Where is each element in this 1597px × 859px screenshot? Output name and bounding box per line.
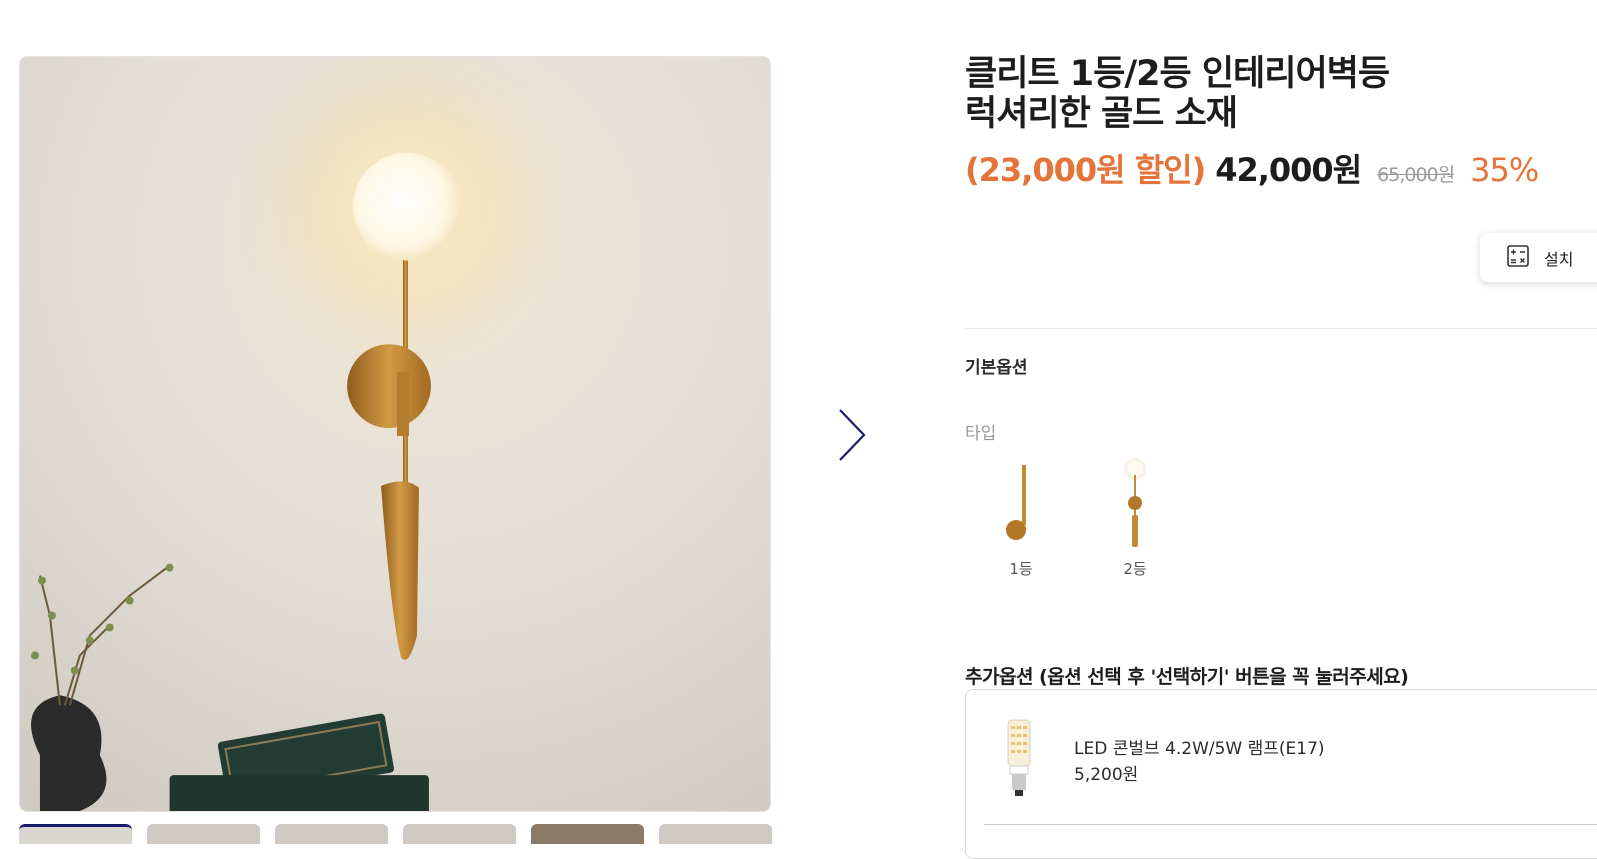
thumbnail-3[interactable] — [275, 824, 388, 844]
product-title-line-2: 럭셔리한 골드 소재 — [965, 94, 1238, 134]
type-option-1-label: 1등 — [1009, 560, 1033, 578]
extra-option-card[interactable]: LED 콘벌브 4.2W/5W 램프(E17) 5,200원 — [965, 689, 1597, 859]
product-title: 클리트 1등/2등 인테리어벽등 럭셔리한 골드 소재 — [965, 54, 1525, 134]
discount-rate: 35% — [1470, 151, 1539, 189]
type-option-1[interactable]: 1등 — [988, 455, 1054, 579]
thumbnail-4[interactable] — [403, 824, 516, 844]
original-price: 65,000원 — [1377, 164, 1455, 186]
type-option-1-image — [988, 455, 1054, 551]
thumbnail-2[interactable] — [147, 824, 260, 844]
extra-option-select[interactable] — [984, 824, 1597, 825]
install-button-label: 설치 — [1544, 249, 1574, 269]
section-divider — [965, 328, 1597, 329]
thumbnail-5[interactable] — [531, 824, 644, 844]
extra-option-name: LED 콘벌브 4.2W/5W 램프(E17) — [1074, 739, 1325, 759]
install-calculator-button[interactable]: 설치 — [1480, 233, 1597, 282]
type-label: 타입 — [965, 424, 997, 444]
sale-price: 42,000원 — [1215, 151, 1362, 189]
price-row: (23,000원 할인) 42,000원 65,000원 35% — [965, 145, 1539, 189]
basic-options-heading: 기본옵션 — [965, 358, 1028, 378]
extra-option-price: 5,200원 — [1074, 765, 1139, 785]
chevron-right-icon[interactable] — [832, 404, 872, 466]
discount-amount: (23,000원 할인) — [965, 151, 1206, 189]
product-main-image — [19, 56, 771, 812]
extra-options-heading: 추가옵션 (옵션 선택 후 '선택하기' 버튼을 꼭 눌러주세요) — [965, 666, 1409, 688]
type-option-2-image — [1102, 455, 1168, 551]
calculator-icon — [1506, 244, 1530, 272]
type-option-2-label: 2등 — [1123, 560, 1147, 578]
thumbnail-6[interactable] — [659, 824, 772, 844]
thumbnail-strip — [19, 824, 772, 844]
thumbnail-1[interactable] — [19, 824, 132, 844]
led-bulb-icon — [1002, 718, 1036, 798]
type-option-2[interactable]: 2등 — [1102, 455, 1168, 579]
product-title-line-1: 클리트 1등/2등 인테리어벽등 — [965, 54, 1390, 94]
